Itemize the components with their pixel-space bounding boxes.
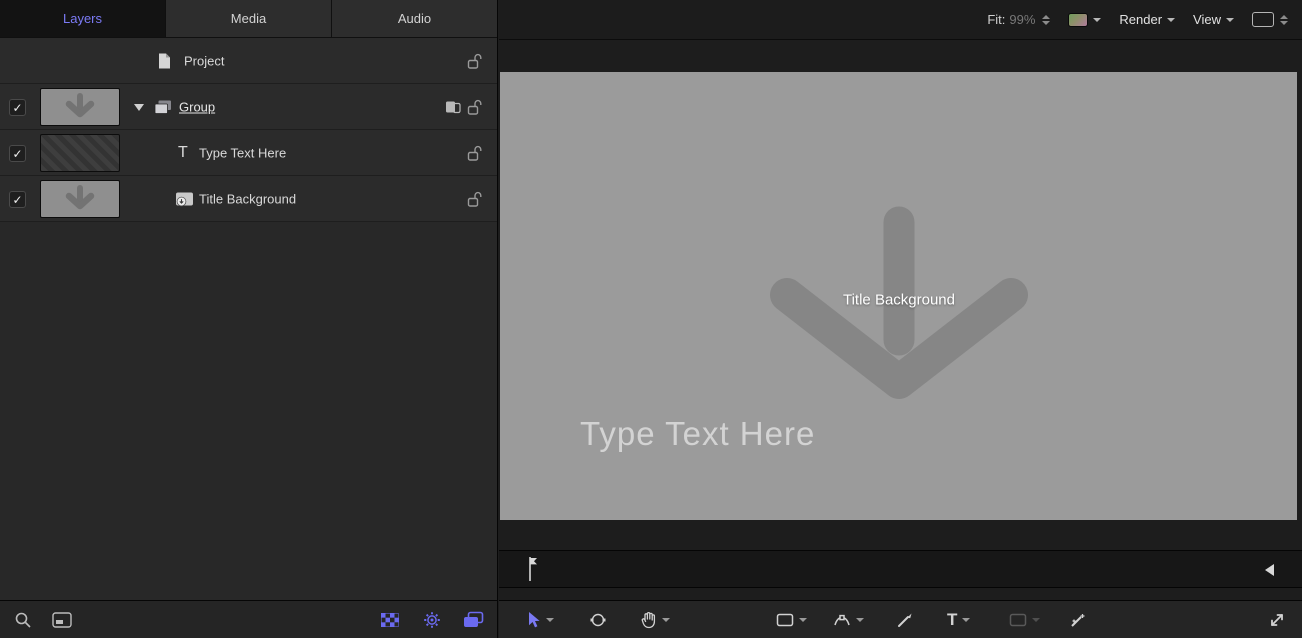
view-menu-label: View [1193, 12, 1221, 27]
visibility-checkbox[interactable]: ✓ [9, 99, 26, 116]
image-layer-icon [175, 191, 194, 206]
chevron-down-icon [1167, 17, 1176, 22]
layer-thumbnail [40, 88, 120, 126]
layer-row-group[interactable]: ✓ Group [0, 84, 497, 130]
chevron-down-icon [546, 618, 554, 622]
lock-icon[interactable] [467, 52, 482, 69]
render-menu[interactable]: Render [1119, 12, 1176, 27]
paint-stroke-icon [898, 613, 912, 627]
viewer-toolbar: Fit: 99% Render View [499, 0, 1302, 40]
chevron-down-icon [856, 618, 864, 622]
chevron-down-icon [662, 618, 670, 622]
tab-media-label: Media [230, 11, 267, 26]
display-layout-control[interactable] [1252, 12, 1288, 27]
play-range-start-marker[interactable] [527, 556, 539, 587]
lock-icon[interactable] [467, 190, 482, 207]
mini-timeline[interactable] [499, 550, 1302, 588]
check-glyph: ✓ [12, 146, 23, 161]
channels-menu[interactable] [1068, 12, 1102, 27]
edit-points-icon [590, 613, 606, 627]
tab-audio-label: Audio [397, 11, 432, 26]
layer-list: Project ✓ Group ✓ T Type Text Here ✓ Tit… [0, 38, 497, 222]
expand-arrows-icon [1271, 614, 1283, 626]
stepper-icon[interactable] [1042, 14, 1051, 25]
pan-hand-tool[interactable] [641, 601, 670, 638]
group-label: Group [179, 99, 216, 114]
cursor-arrow-icon [529, 612, 540, 628]
visibility-checkbox[interactable]: ✓ [9, 145, 26, 162]
chevron-down-icon [799, 618, 807, 622]
stepper-icon [1280, 14, 1288, 25]
chevron-down-icon [1226, 17, 1234, 22]
color-swatch-icon [1068, 12, 1089, 27]
chevron-down-icon [1093, 17, 1102, 22]
mask-tool[interactable] [1009, 601, 1040, 638]
layers-panel: Layers Media Audio Project ✓ Group ✓ T T… [0, 0, 498, 638]
panel-bottom-bar [0, 600, 497, 638]
tab-layers[interactable]: Layers [0, 0, 166, 37]
fit-label: Fit: [987, 12, 1006, 27]
zoom-fit-control[interactable]: Fit: 99% [987, 12, 1051, 27]
rectangle-icon [776, 613, 794, 627]
tab-audio[interactable]: Audio [332, 0, 497, 37]
gear-icon[interactable] [423, 611, 441, 629]
viewer-panel: Fit: 99% Render View Title Background Ty… [499, 0, 1302, 638]
lock-icon[interactable] [467, 98, 482, 115]
text-tool[interactable]: T [947, 601, 971, 638]
group-icon [154, 99, 172, 114]
render-menu-label: Render [1119, 12, 1163, 27]
text-layer-icon: T [178, 143, 188, 161]
title-background-object[interactable]: Title Background [843, 292, 955, 309]
checkerboard-icon[interactable] [381, 612, 399, 627]
edit-points-tool[interactable] [589, 601, 607, 638]
text-tool-icon: T [947, 610, 958, 629]
zoom-value: 99% [1009, 12, 1036, 27]
display-icon [1252, 12, 1274, 27]
text-layer-label: Type Text Here [199, 145, 287, 160]
letterbox-icon[interactable] [52, 611, 72, 628]
view-menu[interactable]: View [1193, 12, 1234, 27]
layer-thumbnail [40, 134, 120, 172]
visibility-checkbox[interactable]: ✓ [9, 191, 26, 208]
rectangle-shape-tool[interactable] [776, 601, 807, 638]
lock-icon[interactable] [467, 144, 482, 161]
expand-view-button[interactable] [1268, 601, 1286, 638]
check-glyph: ✓ [12, 100, 23, 115]
layer-row-background[interactable]: ✓ Title Background [0, 176, 497, 222]
canvas[interactable]: Title Background Type Text Here [500, 72, 1297, 520]
mask-rectangle-icon [1009, 613, 1027, 627]
tools-toolbar: T [499, 600, 1302, 638]
bezier-tool[interactable] [833, 601, 864, 638]
project-label: Project [184, 53, 225, 68]
blend-indicator-icon [445, 100, 461, 113]
layer-thumbnail [40, 180, 120, 218]
disclosure-triangle-icon[interactable] [134, 104, 144, 111]
paint-stroke-tool[interactable] [897, 601, 913, 638]
check-glyph: ✓ [12, 192, 23, 207]
panel-tabs: Layers Media Audio [0, 0, 497, 38]
bezier-icon [834, 614, 850, 626]
layer-row-text[interactable]: ✓ T Type Text Here [0, 130, 497, 176]
tab-layers-label: Layers [62, 11, 103, 26]
hand-icon [641, 612, 656, 629]
motion-app-window: Layers Media Audio Project ✓ Group ✓ T T… [0, 0, 1302, 638]
background-layer-label: Title Background [199, 191, 297, 206]
document-icon [157, 52, 171, 69]
text-object[interactable]: Type Text Here [580, 415, 815, 453]
sparkle-line-icon [1071, 614, 1085, 627]
project-row[interactable]: Project [0, 38, 497, 84]
adjust-glyph-tool[interactable] [1069, 601, 1087, 638]
layers-toggle-icon[interactable] [463, 611, 484, 628]
search-icon[interactable] [14, 611, 32, 629]
select-tool[interactable] [526, 601, 554, 638]
chevron-down-icon [1032, 618, 1040, 622]
tab-media[interactable]: Media [166, 0, 332, 37]
play-range-end-marker[interactable] [1265, 564, 1274, 576]
chevron-down-icon [962, 618, 971, 622]
